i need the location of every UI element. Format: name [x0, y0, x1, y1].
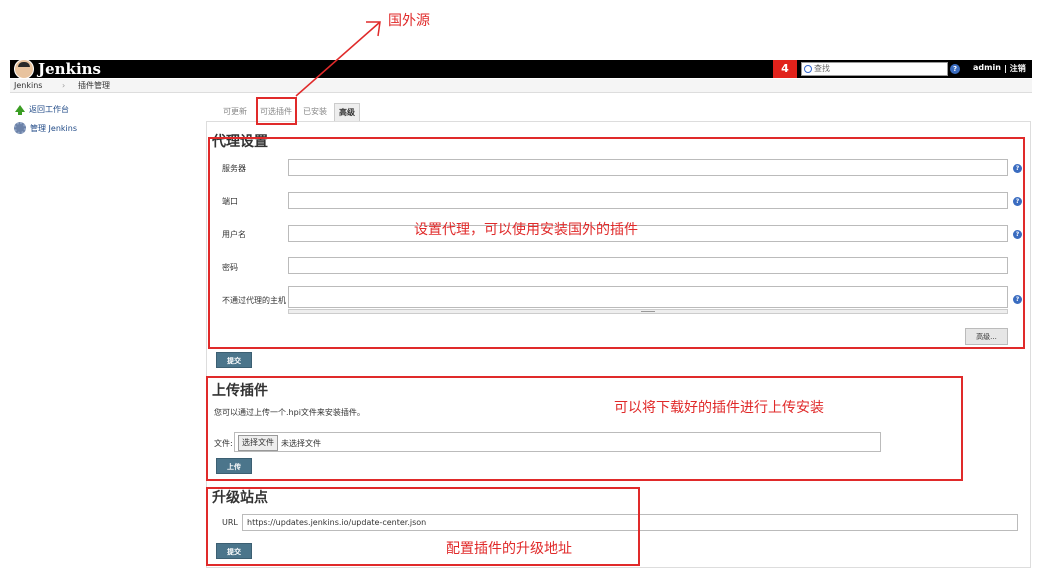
annotation-proxy-note: 设置代理，可以使用安装国外的插件: [414, 222, 638, 238]
jenkins-butler-icon: [14, 59, 34, 79]
highlight-proxy-section: [208, 137, 1025, 349]
breadcrumb-root[interactable]: Jenkins: [14, 79, 42, 92]
annotation-arrow: [295, 21, 381, 97]
logout-link[interactable]: | 注销: [1004, 63, 1026, 74]
gear-icon: [14, 122, 26, 134]
breadcrumb-separator: ›: [62, 81, 66, 90]
tab-updates[interactable]: 可更新: [218, 103, 252, 121]
sidebar-item-back-dashboard[interactable]: 返回工作台: [15, 104, 69, 115]
annotation-upload-note: 可以将下载好的插件进行上传安装: [614, 400, 824, 416]
sidebar-item-manage-jenkins[interactable]: 管理 Jenkins: [14, 122, 77, 134]
search-help-icon[interactable]: ?: [950, 64, 960, 74]
notification-badge[interactable]: 4: [773, 60, 797, 78]
highlight-upload-section: [206, 376, 963, 481]
highlight-update-site-section: [206, 487, 640, 566]
logo-text: Jenkins: [38, 60, 101, 78]
sidebar-item-label: 返回工作台: [29, 105, 69, 114]
user-link[interactable]: admin: [973, 63, 1001, 72]
annotation-update-note: 配置插件的升级地址: [446, 541, 572, 557]
annotation-foreign-source: 国外源: [388, 13, 430, 29]
search-input[interactable]: 查找: [801, 62, 948, 76]
search-placeholder: 查找: [814, 64, 830, 73]
arrow-up-icon: [15, 105, 25, 115]
search-icon: [804, 65, 812, 73]
proxy-submit-button[interactable]: 提交: [216, 352, 252, 368]
sidebar-item-label: 管理 Jenkins: [30, 123, 77, 133]
jenkins-logo[interactable]: Jenkins: [14, 59, 101, 79]
breadcrumb-current[interactable]: 插件管理: [78, 79, 110, 92]
breadcrumb: Jenkins › 插件管理: [10, 79, 1032, 93]
